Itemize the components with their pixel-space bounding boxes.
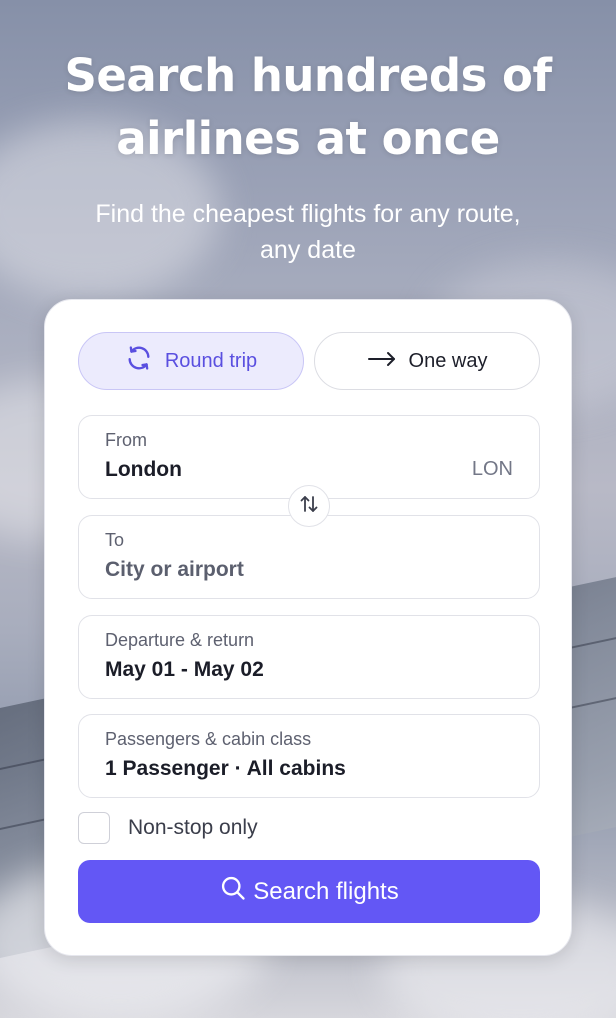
one-way-button[interactable]: One way (314, 332, 540, 390)
passengers-label: Passengers & cabin class (105, 729, 312, 749)
arrow-right-icon (367, 350, 397, 373)
passengers-field[interactable]: Passengers & cabin class 1 Passenger · A… (78, 714, 540, 798)
passengers-value: 1 Passenger · All cabins (105, 757, 346, 780)
subtitle-line-1: Find the cheapest flights for any route, (95, 200, 521, 228)
title-line-1: Search hundreds of (64, 49, 552, 102)
search-icon (219, 874, 247, 909)
dates-label: Departure & return (105, 630, 255, 650)
to-label: To (105, 530, 125, 550)
nonstop-label: Non-stop only (128, 816, 258, 839)
page-title: Search hundreds of airlines at once (0, 44, 616, 170)
trip-type-toggle: Round trip One way (78, 332, 540, 390)
dates-field[interactable]: Departure & return May 01 - May 02 (78, 615, 540, 699)
search-card: Round trip One way From London LON To Ci… (44, 299, 572, 956)
swap-button[interactable] (288, 485, 330, 527)
from-value: London (105, 458, 182, 481)
from-airport-code: LON (471, 458, 513, 480)
from-label: From (105, 430, 147, 450)
to-placeholder: City or airport (105, 558, 244, 581)
dates-value: May 01 - May 02 (105, 658, 264, 681)
title-line-2: airlines at once (116, 112, 500, 165)
hero: Search hundreds of airlines at once Find… (0, 44, 616, 268)
page-subtitle: Find the cheapest flights for any route,… (0, 196, 616, 268)
search-flights-button[interactable]: Search flights (78, 860, 540, 923)
to-field[interactable]: To City or airport (78, 515, 540, 599)
refresh-icon (125, 344, 153, 378)
round-trip-button[interactable]: Round trip (78, 332, 304, 390)
round-trip-label: Round trip (164, 349, 258, 372)
subtitle-line-2: any date (260, 236, 356, 264)
nonstop-option: Non-stop only (78, 812, 258, 844)
one-way-label: One way (408, 349, 488, 372)
nonstop-checkbox[interactable] (78, 812, 110, 844)
search-flights-label: Search flights (253, 877, 399, 905)
swap-vertical-icon (299, 494, 319, 518)
